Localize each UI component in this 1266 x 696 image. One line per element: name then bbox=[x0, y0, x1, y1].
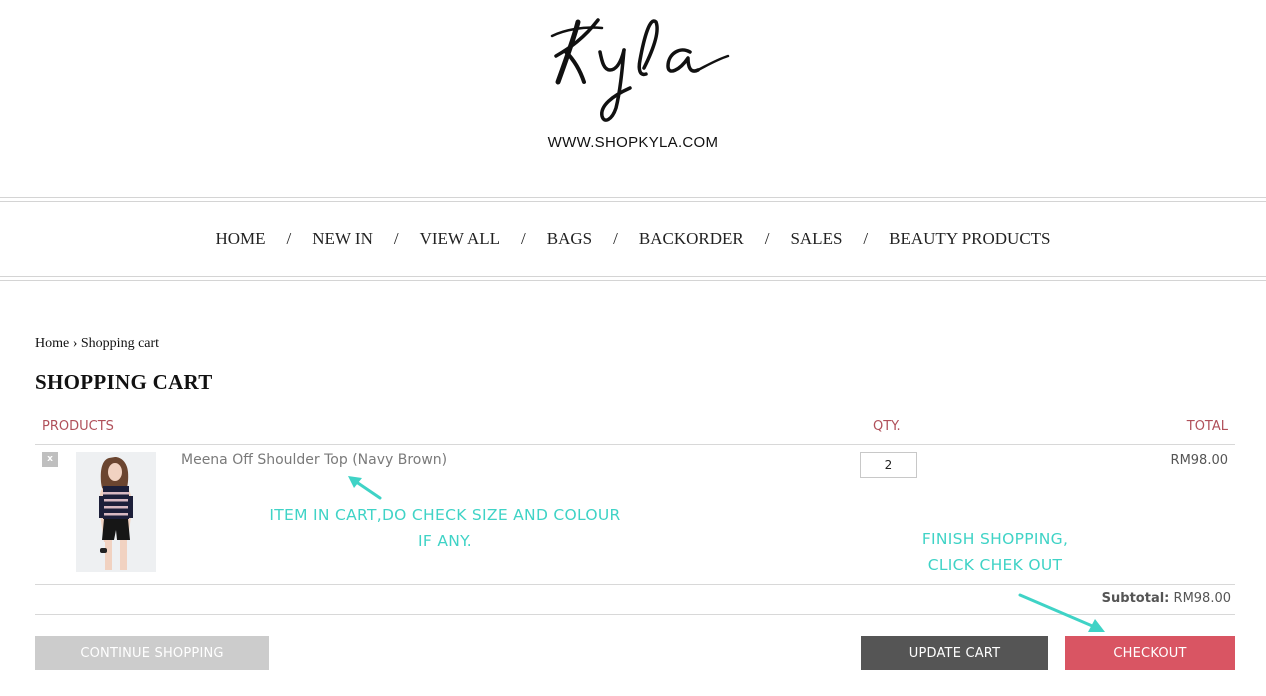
nav-separator: / bbox=[393, 229, 399, 248]
breadcrumb: Home › Shopping cart bbox=[35, 336, 159, 352]
subtotal: Subtotal: RM98.00 bbox=[1102, 591, 1231, 606]
nav-item-bags[interactable]: BAGS bbox=[547, 229, 592, 249]
nav-item-new-in[interactable]: NEW IN bbox=[312, 229, 373, 249]
nav-bottom-rule bbox=[0, 276, 1266, 277]
product-thumbnail[interactable] bbox=[76, 452, 156, 572]
quantity-input[interactable] bbox=[860, 452, 917, 478]
column-header-total: TOTAL bbox=[1186, 419, 1228, 434]
table-row-rule bbox=[35, 584, 1235, 585]
nav-top-rule bbox=[0, 197, 1266, 198]
nav-separator: / bbox=[764, 229, 770, 248]
nav-item-home[interactable]: HOME bbox=[215, 229, 265, 249]
site-header: WWW.SHOPKYLA.COM bbox=[0, 0, 1266, 196]
nav-item-sales[interactable]: SALES bbox=[790, 229, 842, 249]
breadcrumb-current: Shopping cart bbox=[80, 336, 160, 351]
nav-separator: / bbox=[521, 229, 526, 248]
nav-separator: / bbox=[863, 229, 869, 248]
annotation-arrow-icon bbox=[348, 476, 382, 500]
nav-bottom-rule-2 bbox=[0, 280, 1266, 281]
checkout-annotation-line2: CLICK CHEK OUT bbox=[927, 556, 1063, 574]
checkout-annotation: FINISH SHOPPING, CLICK CHEK OUT bbox=[895, 526, 1095, 578]
nav-item-beauty-products[interactable]: BEAUTY PRODUCTS bbox=[889, 229, 1050, 249]
product-name-link[interactable]: Meena Off Shoulder Top (Navy Brown) bbox=[181, 452, 447, 468]
kyla-logo[interactable] bbox=[540, 8, 740, 126]
checkout-button[interactable]: CHECKOUT bbox=[1065, 636, 1235, 670]
column-header-qty: QTY. bbox=[873, 419, 901, 434]
site-url: WWW.SHOPKYLA.COM bbox=[547, 134, 719, 151]
table-header-rule bbox=[35, 444, 1235, 445]
cart-annotation-line1: ITEM IN CART,DO CHECK SIZE AND COLOUR bbox=[269, 506, 621, 524]
nav-item-backorder[interactable]: BACKORDER bbox=[639, 229, 744, 249]
subtotal-value: RM98.00 bbox=[1173, 591, 1231, 606]
breadcrumb-home-link[interactable]: Home bbox=[35, 336, 69, 351]
column-header-products: PRODUCTS bbox=[42, 419, 114, 434]
annotation-arrow-icon bbox=[1018, 593, 1105, 632]
nav-item-view-all[interactable]: VIEW ALL bbox=[420, 229, 500, 249]
subtotal-label: Subtotal: bbox=[1101, 591, 1170, 606]
cart-annotation: ITEM IN CART,DO CHECK SIZE AND COLOUR IF… bbox=[250, 502, 640, 554]
main-nav: HOME / NEW IN / VIEW ALL / BAGS / BACKOR… bbox=[0, 202, 1266, 276]
nav-separator: / bbox=[286, 229, 292, 248]
continue-shopping-button[interactable]: CONTINUE SHOPPING bbox=[35, 636, 269, 670]
line-total: RM98.00 bbox=[1170, 453, 1228, 468]
cart-annotation-line2: IF ANY. bbox=[418, 532, 472, 550]
product-image bbox=[76, 452, 156, 572]
checkout-annotation-line1: FINISH SHOPPING, bbox=[921, 530, 1069, 548]
breadcrumb-separator: › bbox=[72, 336, 78, 351]
nav-separator: / bbox=[613, 229, 618, 248]
page-title: SHOPPING CART bbox=[35, 370, 213, 394]
remove-item-button[interactable]: x bbox=[42, 452, 58, 467]
update-cart-button[interactable]: UPDATE CART bbox=[861, 636, 1048, 670]
